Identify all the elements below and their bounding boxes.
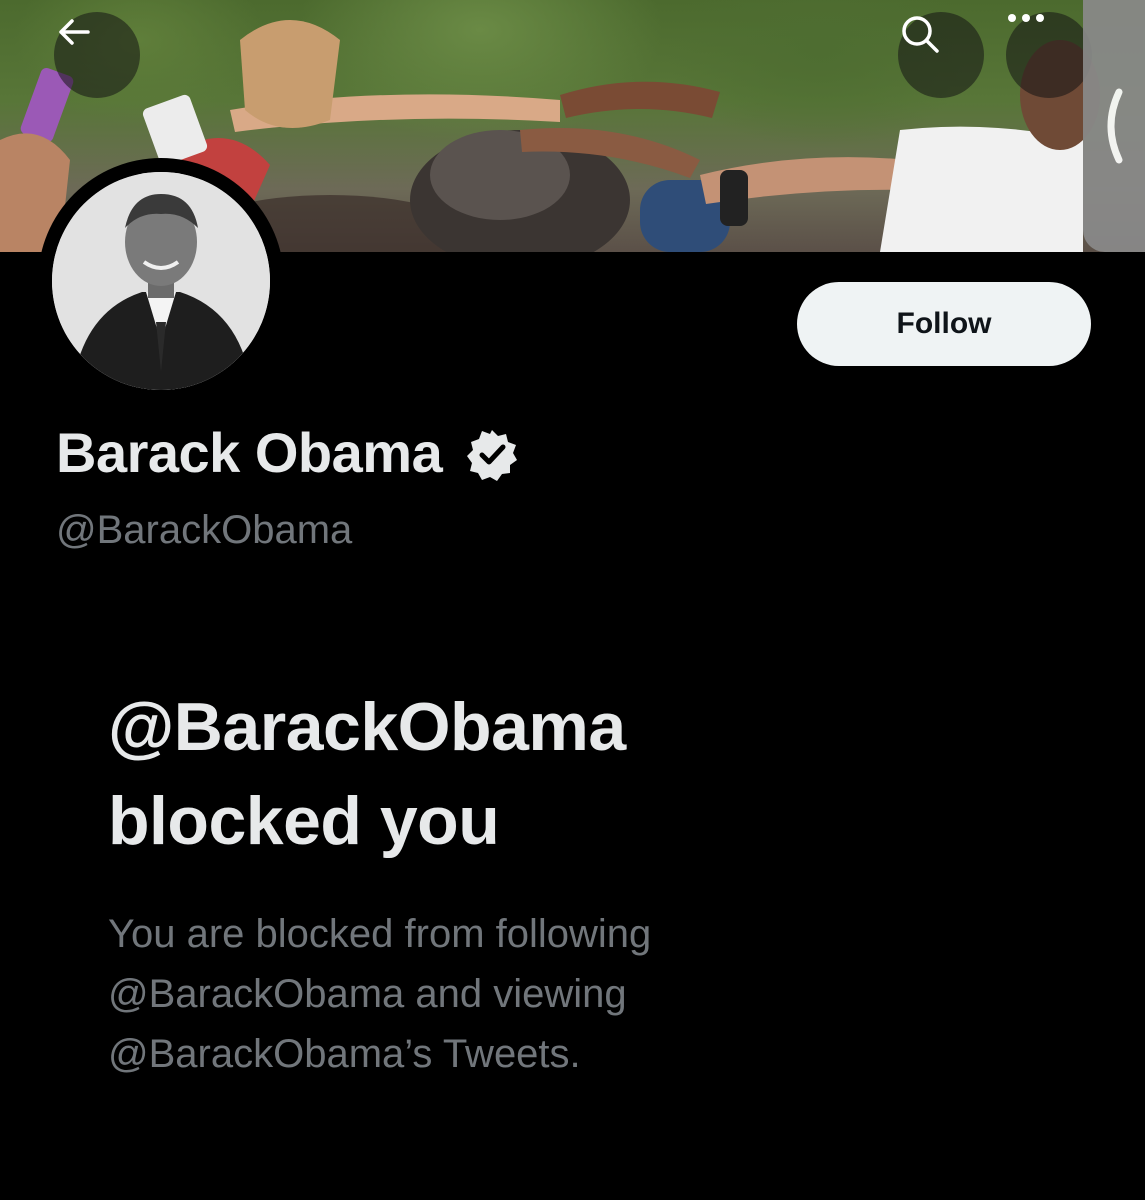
avatar-frame [38,158,284,404]
avatar[interactable] [52,172,270,390]
search-button[interactable] [898,12,984,98]
side-panel-handle[interactable] [1083,0,1145,252]
profile-name-row: Barack Obama [56,420,520,485]
blocked-title-line: blocked you [108,783,500,859]
arrow-left-icon [59,19,90,45]
avatar-photo [52,172,270,390]
blocked-title: @BarackObama blocked you [108,680,1008,868]
more-horizontal-icon [1008,14,1044,22]
search-icon [902,16,939,53]
blocked-message-line: @BarackObama’s Tweets. [108,1032,581,1076]
blocked-message: You are blocked from following @BarackOb… [108,904,888,1084]
follow-button[interactable]: Follow [797,282,1091,366]
profile-handle: @BarackObama [56,508,353,552]
blocked-message-line: You are blocked from following [108,912,652,956]
blocked-message-line: @BarackObama and viewing [108,972,627,1016]
back-button[interactable] [54,12,140,98]
display-name: Barack Obama [56,421,443,484]
verified-badge-icon [467,429,518,481]
chevron-left-icon [1107,88,1123,164]
blocked-title-line: @BarackObama [108,689,626,765]
more-options-button[interactable] [1006,12,1092,98]
